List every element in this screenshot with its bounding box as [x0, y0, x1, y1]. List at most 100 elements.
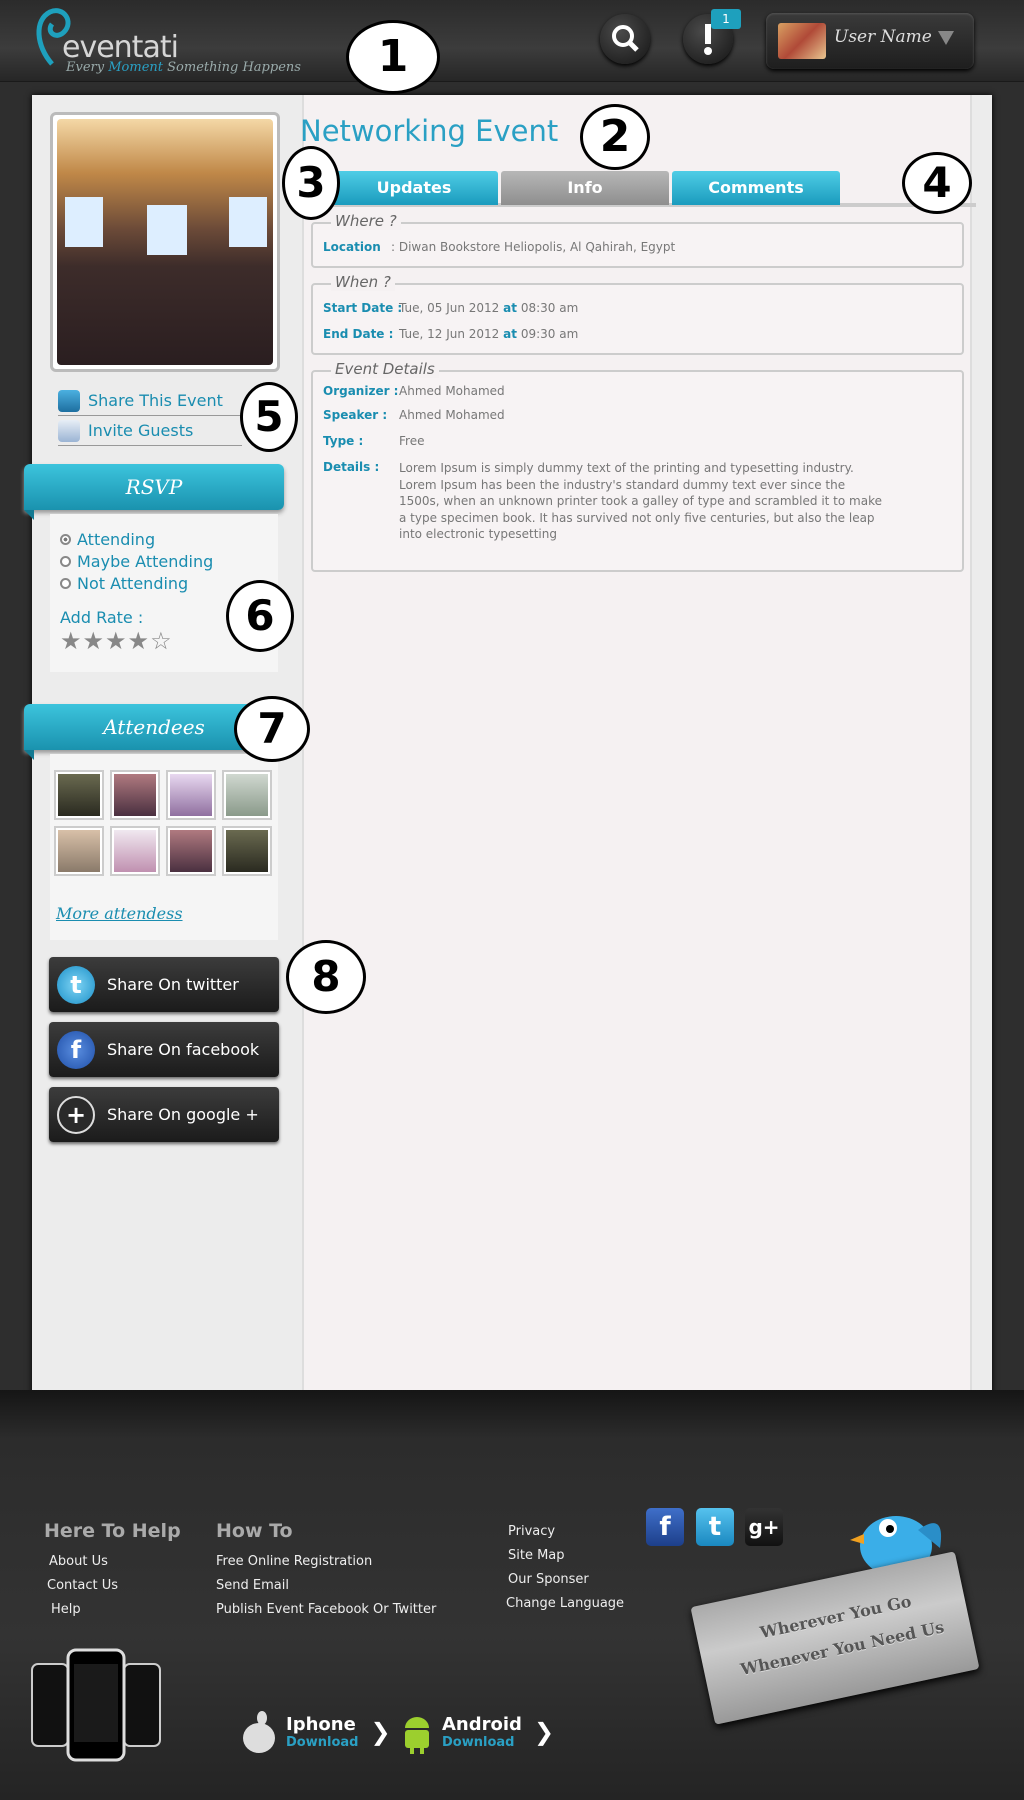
rsvp-option-label: Attending [77, 529, 156, 549]
when-section: When ? Start Date : Tue, 05 Jun 2012 at … [311, 273, 964, 355]
attendees-box: More attendess [50, 754, 278, 940]
location-label: Location [323, 240, 381, 254]
footer-link-help[interactable]: Help [51, 1602, 181, 1617]
callout-8: 8 [286, 940, 366, 1014]
type-value: Free [399, 434, 425, 448]
chevron-right-icon: ❯ [370, 1718, 391, 1746]
callout-3: 3 [282, 146, 340, 220]
twitter-icon[interactable]: t [696, 1508, 734, 1546]
apple-icon [243, 1711, 275, 1753]
start-date-value: Tue, 05 Jun 2012 at 08:30 am [399, 301, 579, 315]
attendee-avatar[interactable] [54, 770, 104, 820]
footer-link-contact[interactable]: Contact Us [47, 1578, 181, 1593]
facebook-icon[interactable]: f [646, 1508, 684, 1546]
android-label: Android [442, 1714, 522, 1735]
google-plus-icon[interactable]: g+ [745, 1508, 783, 1546]
eventati-logo[interactable]: eventati Every Moment Something Happens [32, 6, 301, 78]
callout-2: 2 [580, 104, 650, 170]
android-download-button[interactable]: Android Download ❯ [400, 1710, 554, 1754]
envelope-icon [58, 419, 80, 442]
end-date-value: Tue, 12 Jun 2012 at 09:30 am [399, 327, 579, 341]
share-person-icon [58, 389, 80, 412]
search-button[interactable] [600, 14, 650, 64]
chevron-down-icon [938, 31, 954, 45]
attendee-avatar[interactable] [222, 770, 272, 820]
footer-link-about[interactable]: About Us [49, 1554, 181, 1569]
details-text: Lorem Ipsum is simply dummy text of the … [399, 461, 882, 541]
footer-help-column: Here To Help About Us Contact Us Help [44, 1520, 181, 1626]
star-icon[interactable]: ☆ [150, 627, 173, 655]
avatar [778, 23, 826, 59]
search-icon [612, 25, 639, 52]
android-download-label: Download [442, 1735, 515, 1750]
rating-stars[interactable]: ★★★★☆ [60, 627, 213, 655]
add-rate-label: Add Rate : [60, 608, 144, 627]
star-icon[interactable]: ★ [83, 627, 106, 655]
notification-badge: 1 [711, 9, 741, 29]
event-details-section: Event Details Organizer : Ahmed Mohamed S… [311, 360, 964, 572]
tab-comments[interactable]: Comments [672, 171, 840, 205]
attendee-avatar[interactable] [54, 826, 104, 876]
share-links: Share This Event Invite Guests [58, 386, 242, 446]
event-details-legend: Event Details [331, 360, 439, 378]
attendee-avatar[interactable] [166, 770, 216, 820]
tab-updates[interactable]: Updates [330, 171, 498, 205]
user-name: User Name [834, 27, 932, 47]
star-icon[interactable]: ★ [105, 627, 128, 655]
attendee-avatar[interactable] [166, 826, 216, 876]
type-label: Type : [323, 434, 364, 448]
footer-link-publish[interactable]: Publish Event Facebook Or Twitter [216, 1602, 436, 1617]
photo-screen-right [229, 197, 267, 247]
radio-icon[interactable] [60, 555, 71, 567]
star-icon[interactable]: ★ [60, 627, 83, 655]
organizer-value: Ahmed Mohamed [399, 384, 505, 398]
callout-5: 5 [240, 382, 298, 452]
callout-4: 4 [902, 152, 972, 214]
attendee-avatar[interactable] [222, 826, 272, 876]
rsvp-header: RSVP [24, 464, 284, 520]
photo-screen-left [65, 197, 103, 247]
invite-guests-label: Invite Guests [88, 421, 194, 440]
footer-link-sitemap[interactable]: Site Map [508, 1548, 624, 1563]
radio-icon[interactable] [60, 533, 71, 545]
where-legend: Where ? [331, 212, 401, 230]
user-menu[interactable]: User Name [766, 13, 974, 69]
footer-howto-title: How To [216, 1520, 293, 1542]
speaker-label: Speaker : [323, 408, 388, 422]
invite-guests-link[interactable]: Invite Guests [58, 416, 242, 446]
footer-link-language[interactable]: Change Language [506, 1596, 624, 1611]
start-date-label: Start Date : [323, 301, 403, 315]
rsvp-option-attending[interactable]: Attending [60, 528, 213, 550]
iphone-download-label: Download [286, 1735, 359, 1750]
rsvp-option-maybe[interactable]: Maybe Attending [60, 550, 213, 572]
attendee-avatar[interactable] [110, 770, 160, 820]
iphone-download-button[interactable]: Iphone Download ❯ [240, 1710, 391, 1754]
footer-link-registration[interactable]: Free Online Registration [216, 1554, 436, 1569]
share-twitter-button[interactable]: t Share On twitter [49, 957, 279, 1012]
rsvp-option-label: Not Attending [77, 573, 189, 593]
phones-icon [31, 1648, 161, 1762]
share-this-event-link[interactable]: Share This Event [58, 386, 242, 416]
facebook-icon: f [57, 1030, 95, 1069]
details-label: Details : [323, 460, 380, 474]
twitter-icon: t [57, 965, 95, 1004]
share-facebook-label: Share On facebook [107, 1040, 260, 1059]
share-google-button[interactable]: + Share On google + [49, 1087, 279, 1142]
where-section: Where ? Location : Diwan Bookstore Helio… [311, 212, 964, 268]
share-twitter-label: Share On twitter [107, 975, 239, 994]
more-attendees-link[interactable]: More attendess [56, 904, 183, 923]
location-value: : Diwan Bookstore Heliopolis, Al Qahirah… [391, 240, 676, 254]
footer-link-sponser[interactable]: Our Sponser [508, 1572, 624, 1587]
footer-link-send-email[interactable]: Send Email [216, 1578, 436, 1593]
share-facebook-button[interactable]: f Share On facebook [49, 1022, 279, 1077]
page-title: Networking Event [300, 114, 559, 148]
tab-info[interactable]: Info [501, 171, 669, 205]
star-icon[interactable]: ★ [128, 627, 151, 655]
event-photo [50, 112, 280, 372]
footer-link-privacy[interactable]: Privacy [508, 1524, 624, 1539]
radio-icon[interactable] [60, 577, 71, 589]
rsvp-option-not-attending[interactable]: Not Attending [60, 572, 213, 594]
footer-howto-column: How To Free Online Registration Send Ema… [216, 1520, 436, 1626]
footer-misc-column: Privacy Site Map Our Sponser Change Lang… [506, 1524, 624, 1620]
attendee-avatar[interactable] [110, 826, 160, 876]
